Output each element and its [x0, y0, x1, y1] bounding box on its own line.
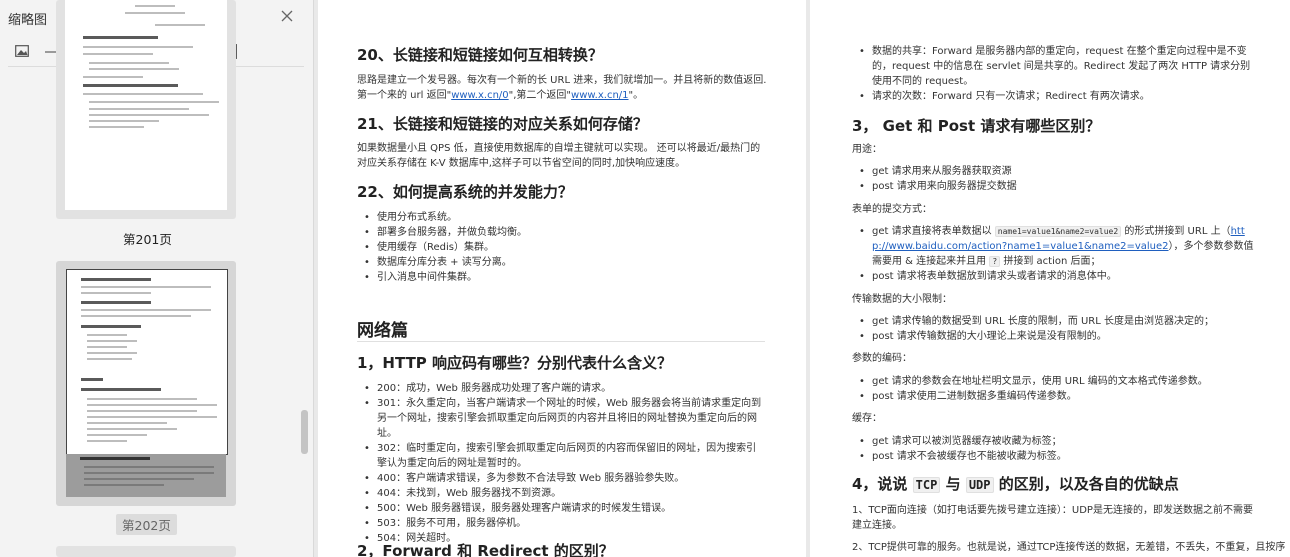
usage-list: get 请求用来从服务器获取资源 post 请求用来向服务器提交数据	[855, 164, 1255, 194]
list-item: 数据的共享：Forward 是服务器内部的重定向，request 在整个重定向过…	[855, 44, 1260, 89]
list-item: 数据库分库分表 + 读写分离。	[360, 255, 760, 270]
inline-code: name1=value1&name2=value2	[994, 226, 1122, 237]
list-item: get 请求的参数会在地址栏明文显示，使用 URL 编码的文本格式传递参数。	[855, 374, 1260, 389]
list-item: 301：永久重定向，当客户端请求一个网址的时候，Web 服务器会将当前请求重定向…	[360, 396, 765, 441]
list-item: post 请求传输数据的大小理论上来说是没有限制的。	[855, 329, 1260, 344]
thumbnail-page-next[interactable]	[56, 546, 236, 557]
list-item: 使用分布式系统。	[360, 210, 760, 225]
section-22-title: 22、如何提高系统的并发能力？	[357, 183, 573, 201]
list-item: 部署多台服务器，并做负载均衡。	[360, 225, 760, 240]
list-item: post 请求使用二进制数据多重编码传递参数。	[855, 389, 1260, 404]
list-item: 302：临时重定向，搜索引擎会抓取重定向后网页的内容而保留旧的网址，因为搜索引擎…	[360, 441, 765, 471]
section-divider	[357, 341, 765, 342]
list-item: 400：客户端请求错误，多为参数不合法导致 Web 服务器验参失败。	[360, 471, 765, 486]
section-21-title: 21、长链接和短链接的对应关系如何存储？	[357, 115, 648, 133]
encoding-list: get 请求的参数会在地址栏明文显示，使用 URL 编码的文本格式传递参数。 p…	[855, 374, 1260, 404]
question-1-title: 1，HTTP 响应码有哪些？分别代表什么含义？	[357, 354, 673, 372]
image-small-icon[interactable]	[15, 45, 29, 57]
encoding-label: 参数的编码：	[852, 353, 912, 364]
list-item: 使用缓存（Redis）集群。	[360, 240, 760, 255]
list-item: 200：成功，Web 服务器成功处理了客户端的请求。	[360, 381, 765, 396]
form-label: 表单的提交方式：	[852, 204, 932, 215]
sidebar-title: 缩略图	[8, 13, 48, 28]
thumbnail-preview	[66, 269, 228, 455]
form-list: get 请求直接将表单数据以 name1=value1&name2=value2…	[855, 224, 1260, 284]
thumbnail-page-202[interactable]: 第202页	[56, 261, 236, 535]
list-item: post 请求将表单数据放到请求头或者请求的消息体中。	[855, 269, 1260, 284]
thumbnail-label: 第202页	[116, 514, 177, 535]
question-3-title: 3， Get 和 Post 请求有哪些区别？	[852, 117, 1101, 135]
network-section-title: 网络篇	[357, 321, 408, 341]
close-icon[interactable]	[280, 9, 294, 23]
section-20-title: 20、长链接和短链接如何互相转换？	[357, 46, 603, 64]
section-20-text: 思路是建立一个发号器。每次有一个新的长 URL 进来，我们就增加一。并且将新的数…	[357, 75, 767, 101]
list-item: 404：未找到，Web 服务器找不到资源。	[360, 486, 765, 501]
document-page-left: 20、长链接和短链接如何互相转换？ 思路是建立一个发号器。每次有一个新的长 UR…	[318, 0, 806, 557]
list-item: get 请求可以被浏览器缓存被收藏为标签；	[855, 434, 1260, 449]
section-21-text: 如果数据量小且 QPS 低，直接使用数据库的自增主键就可以实现。 还可以将最近/…	[357, 143, 761, 169]
thumbnail-sidebar: 缩略图 第201页 第202页	[0, 0, 314, 557]
section-22-list: 使用分布式系统。 部署多台服务器，并做负载均衡。 使用缓存（Redis）集群。 …	[360, 210, 760, 285]
thumbnail-page-201[interactable]: 第201页	[56, 0, 236, 247]
list-item: 引入消息中间件集群。	[360, 270, 760, 285]
question-4-title: 4，说说 TCP 与 UDP 的区别，以及各自的优缺点	[852, 475, 1179, 493]
list-item: post 请求不会被缓存也不能被收藏为标签。	[855, 449, 1260, 464]
link-x-cn-1[interactable]: www.x.cn/1	[571, 90, 628, 101]
tcp-udp-para-2: 2、TCP提供可靠的服务。也就是说，通过TCP连接传送的数据，无差错，不丢失，不…	[852, 542, 1286, 553]
http-codes-list: 200：成功，Web 服务器成功处理了客户端的请求。 301：永久重定向，当客户…	[360, 381, 765, 546]
link-x-cn-0[interactable]: www.x.cn/0	[451, 90, 508, 101]
question-2-title: 2，Forward 和 Redirect 的区别？	[357, 542, 614, 557]
inline-code: UDP	[965, 477, 994, 493]
thumbnail-preview	[65, 0, 227, 210]
list-item: get 请求用来从服务器获取资源	[855, 164, 1255, 179]
tcp-udp-para-1: 1、TCP面向连接（如打电话要先拨号建立连接）：UDP是无连接的，即发送数据之前…	[852, 505, 1253, 531]
inline-code: TCP	[912, 477, 941, 493]
document-page-right: 数据的共享：Forward 是服务器内部的重定向，request 在整个重定向过…	[810, 0, 1290, 557]
size-label: 传输数据的大小限制：	[852, 294, 952, 305]
list-item: 503：服务不可用，服务器停机。	[360, 516, 765, 531]
cache-list: get 请求可以被浏览器缓存被收藏为标签； post 请求不会被缓存也不能被收藏…	[855, 434, 1260, 464]
cache-label: 缓存：	[852, 413, 882, 424]
list-item: 请求的次数：Forward 只有一次请求；Redirect 有两次请求。	[855, 89, 1260, 104]
sidebar-scrollbar[interactable]	[301, 410, 308, 454]
thumbnail-preview-continued	[66, 454, 226, 497]
list-item: 500：Web 服务器错误，服务器处理客户端请求的时候发生错误。	[360, 501, 765, 516]
usage-label: 用途：	[852, 144, 882, 155]
forward-redirect-list: 数据的共享：Forward 是服务器内部的重定向，request 在整个重定向过…	[855, 44, 1260, 104]
size-list: get 请求传输的数据受到 URL 长度的限制，而 URL 长度是由浏览器决定的…	[855, 314, 1260, 344]
list-item: get 请求传输的数据受到 URL 长度的限制，而 URL 长度是由浏览器决定的…	[855, 314, 1260, 329]
list-item: get 请求直接将表单数据以 name1=value1&name2=value2…	[855, 224, 1260, 269]
inline-code: ?	[989, 256, 1001, 267]
thumbnail-label: 第201页	[123, 232, 172, 247]
list-item: post 请求用来向服务器提交数据	[855, 179, 1255, 194]
